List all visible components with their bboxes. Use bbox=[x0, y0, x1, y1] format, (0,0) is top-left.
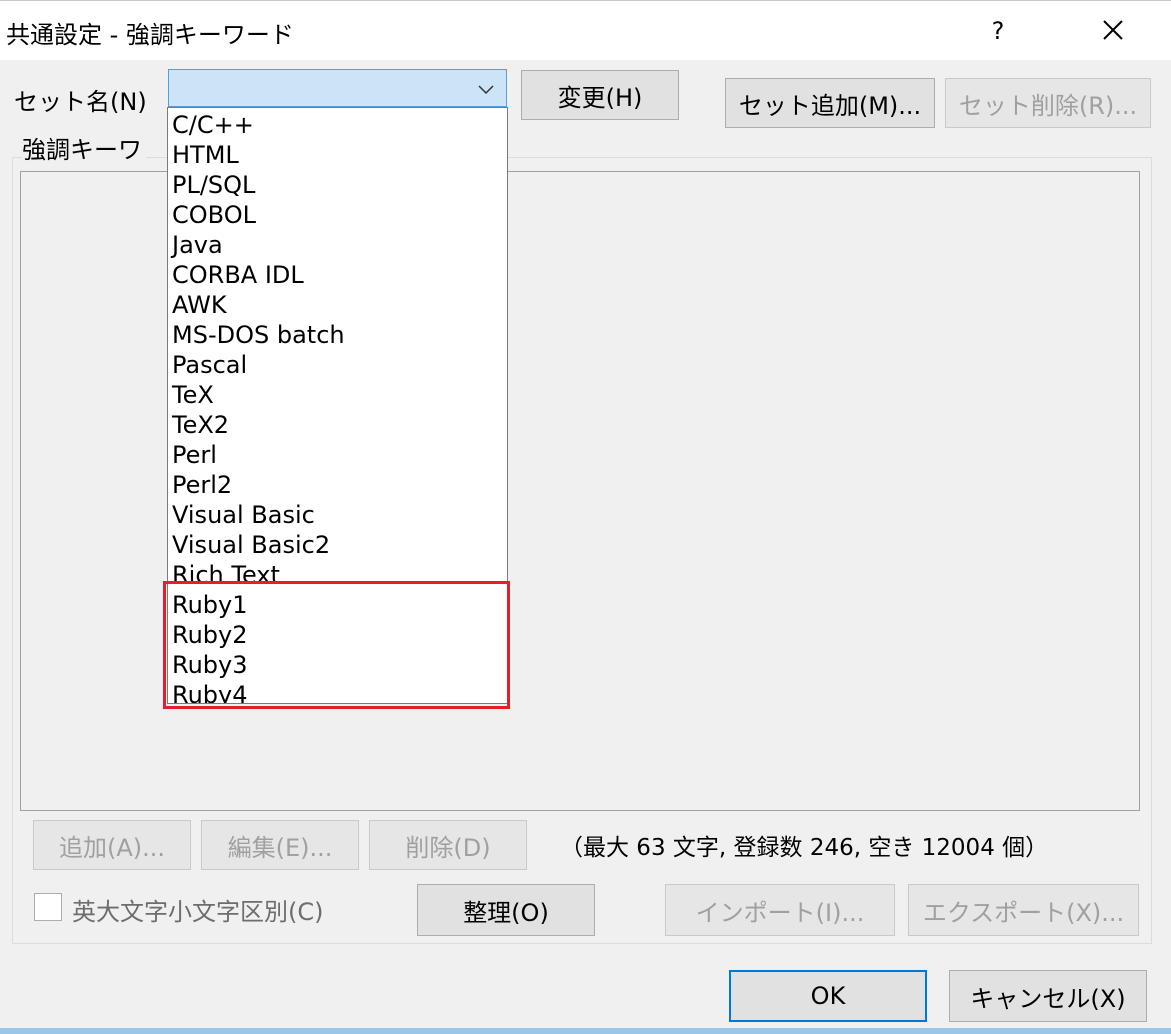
add-set-button[interactable]: セット追加(M)... bbox=[725, 78, 935, 128]
dropdown-option[interactable]: Perl2 bbox=[172, 470, 232, 500]
window-bottom-border bbox=[0, 1028, 1171, 1034]
export-button[interactable]: エクスポート(X)... bbox=[908, 884, 1139, 936]
help-button[interactable]: ? bbox=[980, 11, 1016, 51]
window-title: 共通設定 - 強調キーワード bbox=[6, 21, 294, 49]
dropdown-option[interactable]: HTML bbox=[172, 140, 239, 170]
delete-keyword-button[interactable]: 削除(D) bbox=[369, 820, 527, 870]
case-sensitive-label: 英大文字小文字区別(C) bbox=[72, 898, 324, 926]
dropdown-option[interactable]: TeX2 bbox=[172, 410, 229, 440]
dropdown-option[interactable]: Java bbox=[172, 230, 223, 260]
case-sensitive-checkbox[interactable] bbox=[34, 893, 62, 921]
dropdown-option[interactable]: Pascal bbox=[172, 350, 247, 380]
keyword-status: （最大 63 文字, 登録数 246, 空き 12004 個） bbox=[560, 835, 1049, 861]
title-bar: 共通設定 - 強調キーワード ? bbox=[0, 0, 1171, 60]
dropdown-option[interactable]: TeX bbox=[172, 380, 214, 410]
close-button[interactable] bbox=[1088, 9, 1138, 51]
ok-button[interactable]: OK bbox=[729, 970, 927, 1022]
dropdown-option[interactable]: C/C++ bbox=[172, 110, 254, 140]
edit-keyword-button[interactable]: 編集(E)... bbox=[201, 820, 359, 870]
dropdown-option[interactable]: Visual Basic2 bbox=[172, 530, 330, 560]
change-button[interactable]: 変更(H) bbox=[521, 70, 679, 120]
import-button[interactable]: インポート(I)... bbox=[665, 884, 895, 936]
dropdown-option[interactable]: AWK bbox=[172, 290, 227, 320]
setname-label: セット名(N) bbox=[14, 88, 147, 116]
dropdown-option[interactable]: COBOL bbox=[172, 200, 256, 230]
cancel-button[interactable]: キャンセル(X) bbox=[949, 970, 1147, 1022]
dropdown-option[interactable]: Perl bbox=[172, 440, 217, 470]
organize-button[interactable]: 整理(O) bbox=[417, 884, 595, 936]
ruby-highlight-box bbox=[163, 581, 510, 709]
dropdown-option[interactable]: CORBA IDL bbox=[172, 260, 304, 290]
dropdown-option[interactable]: Visual Basic bbox=[172, 500, 315, 530]
delete-set-button[interactable]: セット削除(R)... bbox=[945, 78, 1151, 128]
setname-combobox[interactable] bbox=[168, 69, 507, 107]
dropdown-option[interactable]: PL/SQL bbox=[172, 170, 255, 200]
chevron-down-icon bbox=[478, 85, 494, 95]
keyword-group-label: 強調キーワ bbox=[22, 130, 146, 165]
close-icon bbox=[1103, 20, 1123, 40]
add-keyword-button[interactable]: 追加(A)... bbox=[33, 820, 191, 870]
dropdown-option[interactable]: MS-DOS batch bbox=[172, 320, 345, 350]
